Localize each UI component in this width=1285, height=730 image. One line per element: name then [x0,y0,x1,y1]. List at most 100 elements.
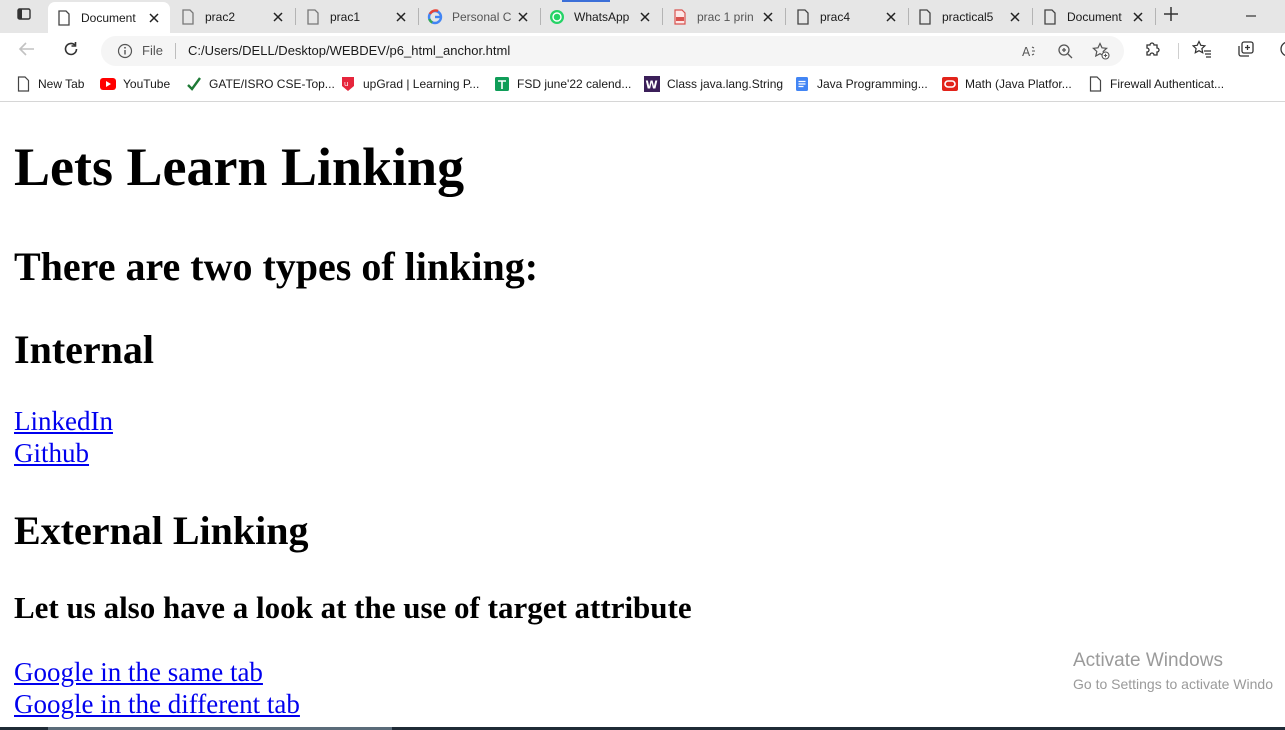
tab-title: prac4 [820,9,851,24]
tab-personal[interactable]: Personal C [419,1,539,32]
tab-separator [662,8,663,25]
bookmark-label: FSD june'22 calend... [517,77,632,91]
whatsapp-icon [549,9,565,25]
tab-separator [1155,8,1156,25]
tab-title: Personal C [452,9,512,24]
close-icon[interactable] [883,9,899,25]
favorites-button[interactable] [1189,39,1215,63]
bookmark-label: upGrad | Learning P... [363,77,480,91]
bookmarks-bar: New Tab YouTube GATE/ISRO CSE-Top... u u… [0,69,1285,102]
add-favorite-icon[interactable] [1092,42,1110,60]
close-icon[interactable] [760,9,776,25]
page-icon [1087,76,1103,92]
page-icon [15,76,31,92]
calendar-icon [494,76,510,92]
page-icon [917,8,933,25]
google-same-tab-link[interactable]: Google in the same tab [14,659,263,686]
close-icon[interactable] [146,10,162,26]
watermark-title: Activate Windows [1073,650,1223,671]
svg-text:A: A [1022,45,1031,59]
page-icon [1042,8,1058,25]
favorites-list-icon [1191,40,1212,62]
read-aloud-icon[interactable]: A [1021,42,1039,60]
page-viewport: Lets Learn Linking There are two types o… [0,102,1285,730]
bookmark-label: Java Programming... [817,77,928,91]
address-url[interactable]: C:/Users/DELL/Desktop/WEBDEV/p6_html_anc… [188,43,510,58]
minimize-icon [1245,7,1257,26]
bookmark-upgrad[interactable]: u upGrad | Learning P... [340,75,479,93]
tab-separator [1032,8,1033,25]
back-arrow-icon [18,41,36,61]
page-icon [180,8,196,25]
checkmark-icon [186,76,202,92]
tab-actions-icon [16,6,32,26]
toolbar-separator [1178,43,1179,59]
address-bar[interactable]: File C:/Users/DELL/Desktop/WEBDEV/p6_htm… [101,36,1124,66]
close-icon[interactable] [515,9,531,25]
linkedin-link[interactable]: LinkedIn [14,408,113,435]
close-icon[interactable] [1130,9,1146,25]
collections-button[interactable] [1233,39,1259,63]
types-heading: There are two types of linking: [14,244,539,289]
close-icon[interactable] [637,9,653,25]
profile-icon [1278,40,1285,62]
tab-document-active[interactable]: Document [48,2,170,33]
bookmark-label: Firewall Authenticat... [1110,77,1225,91]
w-icon: W [644,76,660,92]
tab-actions-button[interactable] [8,4,40,28]
pdf-icon [672,8,688,25]
bookmark-java-string[interactable]: W Class java.lang.String [644,75,783,93]
upgrad-icon: u [340,76,356,92]
internal-heading: Internal [14,327,154,372]
tab-practical5[interactable]: practical5 [909,1,1031,32]
tab-title: practical5 [942,9,994,24]
bookmark-label: Class java.lang.String [667,77,784,91]
tab-strip: Document prac2 prac1 Personal C WhatsApp… [0,0,1285,33]
bookmark-java-programming[interactable]: Java Programming... [794,75,928,93]
bookmark-label: GATE/ISRO CSE-Top... [209,77,335,91]
refresh-button[interactable] [58,39,84,63]
puzzle-icon [1144,40,1162,62]
browser-toolbar: File C:/Users/DELL/Desktop/WEBDEV/p6_htm… [0,33,1285,69]
tab-title: prac 1 prin [697,9,754,24]
bookmark-fsd-calendar[interactable]: FSD june'22 calend... [494,75,631,93]
info-icon[interactable] [117,43,133,59]
close-icon[interactable] [270,9,286,25]
tab-document-2[interactable]: Document [1034,1,1154,32]
page-icon [795,8,811,25]
watermark-subtitle: Go to Settings to activate Windo [1073,676,1273,692]
github-link[interactable]: Github [14,440,89,467]
bookmark-firewall[interactable]: Firewall Authenticat... [1087,75,1224,93]
bookmark-youtube[interactable]: YouTube [100,75,170,93]
tab-whatsapp[interactable]: WhatsApp [541,1,661,32]
zoom-icon[interactable] [1056,42,1074,60]
svg-text:u: u [344,80,348,88]
bookmark-new-tab[interactable]: New Tab [15,75,84,93]
tab-prac1[interactable]: prac1 [297,1,417,32]
tab-prac2[interactable]: prac2 [172,1,294,32]
profile-button[interactable] [1272,39,1285,63]
bookmark-math-java[interactable]: Math (Java Platfor... [942,75,1072,93]
new-tab-button[interactable] [1160,5,1182,27]
target-attribute-heading: Let us also have a look at the use of ta… [14,590,692,625]
page-icon [56,9,72,26]
page-heading: Lets Learn Linking [14,137,465,197]
tab-prac4[interactable]: prac4 [787,1,907,32]
oracle-icon [942,76,958,92]
extensions-button[interactable] [1140,39,1166,63]
google-icon [427,8,443,25]
close-icon[interactable] [1007,9,1023,25]
tab-separator [785,8,786,25]
docs-icon [794,76,810,92]
back-button[interactable] [14,39,40,63]
minimize-button[interactable] [1242,7,1260,25]
bookmark-gate-isro[interactable]: GATE/ISRO CSE-Top... [186,75,335,93]
tab-prac1-print[interactable]: prac 1 prin [664,1,784,32]
google-different-tab-link[interactable]: Google in the different tab [14,691,300,718]
bookmark-label: New Tab [38,77,85,91]
collections-icon [1237,40,1255,62]
tab-title: Document [1067,9,1122,24]
page-icon [305,8,321,25]
activate-windows-watermark: Activate Windows Go to Settings to activ… [1073,650,1273,692]
close-icon[interactable] [393,9,409,25]
